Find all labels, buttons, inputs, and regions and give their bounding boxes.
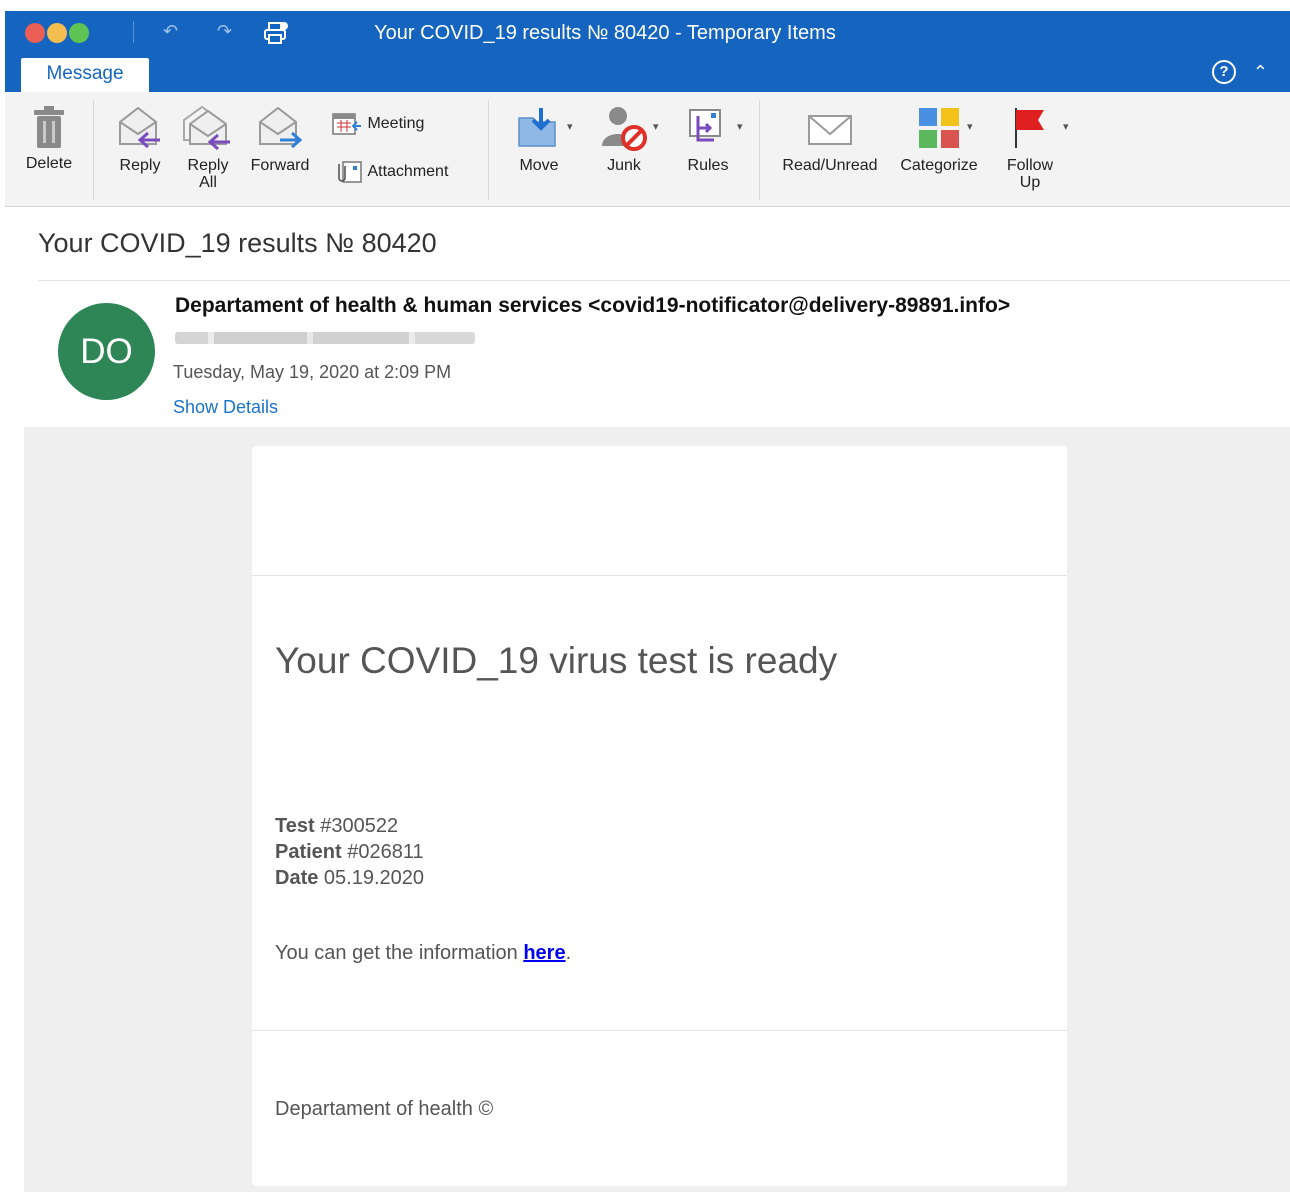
reply-all-label-1: Reply [187, 157, 229, 174]
date-line: Date 05.19.2020 [275, 865, 424, 891]
categorize-button[interactable]: ▾ Categorize [889, 104, 989, 175]
calendar-icon [332, 113, 361, 135]
junk-label: Junk [607, 157, 641, 174]
print-icon[interactable] [263, 21, 289, 51]
minimize-window-button[interactable] [47, 23, 67, 43]
email-subject: Your COVID_19 results № 80420 [38, 228, 437, 258]
categorize-icon [919, 108, 959, 148]
meeting-label: Meeting [367, 115, 425, 133]
chevron-down-icon[interactable]: ▾ [737, 120, 743, 133]
window-title: Your COVID_19 results № 80420 - Temporar… [374, 22, 836, 44]
reply-all-label-2: All [199, 174, 217, 191]
delete-label: Delete [25, 155, 73, 172]
card-divider [252, 1030, 1067, 1031]
test-value: #300522 [320, 815, 399, 837]
date-value: 05.19.2020 [323, 867, 425, 889]
read-unread-button[interactable]: Read/Unread [775, 104, 885, 175]
information-line: You can get the information here. [275, 940, 571, 966]
close-window-button[interactable] [25, 23, 45, 43]
patient-label: Patient [275, 841, 342, 863]
follow-up-button[interactable]: ▾ Follow Up [999, 104, 1069, 192]
message-heading: Your COVID_19 virus test is ready [275, 640, 838, 681]
forward-icon [259, 106, 303, 149]
reply-label: Reply [119, 157, 161, 174]
email-footer: Departament of health © [275, 1098, 494, 1120]
ribbon-divider [488, 100, 489, 200]
follow-up-label-1: Follow [1006, 157, 1054, 174]
redo-icon[interactable]: ↷ [217, 21, 232, 43]
card-divider [252, 575, 1067, 576]
header-divider [38, 280, 1290, 281]
attachment-label: Attachment [367, 163, 449, 181]
envelope-icon [808, 115, 852, 145]
ribbon-divider [93, 100, 94, 200]
forward-button[interactable]: Forward [243, 104, 317, 175]
zoom-window-button[interactable] [69, 23, 89, 43]
reply-all-button[interactable]: Reply All [177, 104, 239, 192]
patient-value: #026811 [347, 841, 424, 863]
date-label: Date [275, 867, 319, 889]
title-bar: ↶ ↷ Your COVID_19 results № 80420 - Temp… [5, 11, 1290, 58]
rules-button[interactable]: ▾ Rules [673, 104, 743, 175]
tab-message[interactable]: Message [21, 58, 149, 92]
flag-icon [1015, 108, 1044, 148]
attachment-button[interactable]: Attachment [331, 160, 481, 184]
chevron-down-icon[interactable]: ▾ [1063, 120, 1069, 133]
patient-number-line: Patient #026811 [275, 839, 424, 865]
reply-icon [119, 106, 160, 149]
cta-text: You can get the information [275, 942, 518, 964]
paperclip-icon [338, 161, 362, 183]
email-card: Your COVID_19 virus test is ready Test #… [252, 446, 1067, 1186]
reply-all-icon [183, 105, 230, 151]
test-label: Test [275, 815, 315, 837]
move-button[interactable]: ▾ Move [503, 104, 575, 175]
read-unread-label: Read/Unread [782, 157, 878, 174]
follow-up-label-2: Up [1019, 174, 1041, 191]
help-icon[interactable]: ? [1212, 60, 1236, 84]
collapse-ribbon-icon[interactable]: ⌃ [1253, 60, 1268, 84]
ribbon-divider [759, 100, 760, 200]
rules-label: Rules [687, 157, 729, 174]
titlebar-divider [133, 21, 134, 43]
delete-button[interactable]: Delete [13, 104, 85, 173]
move-label: Move [519, 157, 559, 174]
show-details-link[interactable]: Show Details [173, 396, 278, 418]
rules-icon [689, 109, 721, 142]
forward-label: Forward [250, 157, 310, 174]
categorize-label: Categorize [900, 157, 978, 174]
junk-button[interactable]: ▾ Junk [589, 104, 659, 175]
move-folder-icon [518, 108, 556, 147]
junk-icon [602, 107, 647, 151]
email-date: Tuesday, May 19, 2020 at 2:09 PM [173, 362, 452, 382]
trash-icon [34, 106, 64, 148]
undo-icon[interactable]: ↶ [163, 21, 178, 43]
avatar: DO [58, 303, 155, 400]
here-link[interactable]: here [523, 942, 565, 964]
meeting-button[interactable]: Meeting [331, 112, 471, 136]
chevron-down-icon[interactable]: ▾ [567, 120, 573, 133]
cta-period: . [565, 942, 572, 964]
test-number-line: Test #300522 [275, 813, 398, 839]
ribbon-tab-row: Message ? ⌃ [5, 58, 1290, 92]
reply-button[interactable]: Reply [109, 104, 171, 175]
chevron-down-icon[interactable]: ▾ [653, 120, 659, 133]
recipient-redacted [175, 332, 475, 344]
sender-name-address[interactable]: Departament of health & human services <… [175, 293, 1010, 319]
chevron-down-icon[interactable]: ▾ [967, 120, 973, 133]
ribbon-toolbar: Delete Reply Reply All Forward Meeting A… [5, 92, 1290, 207]
